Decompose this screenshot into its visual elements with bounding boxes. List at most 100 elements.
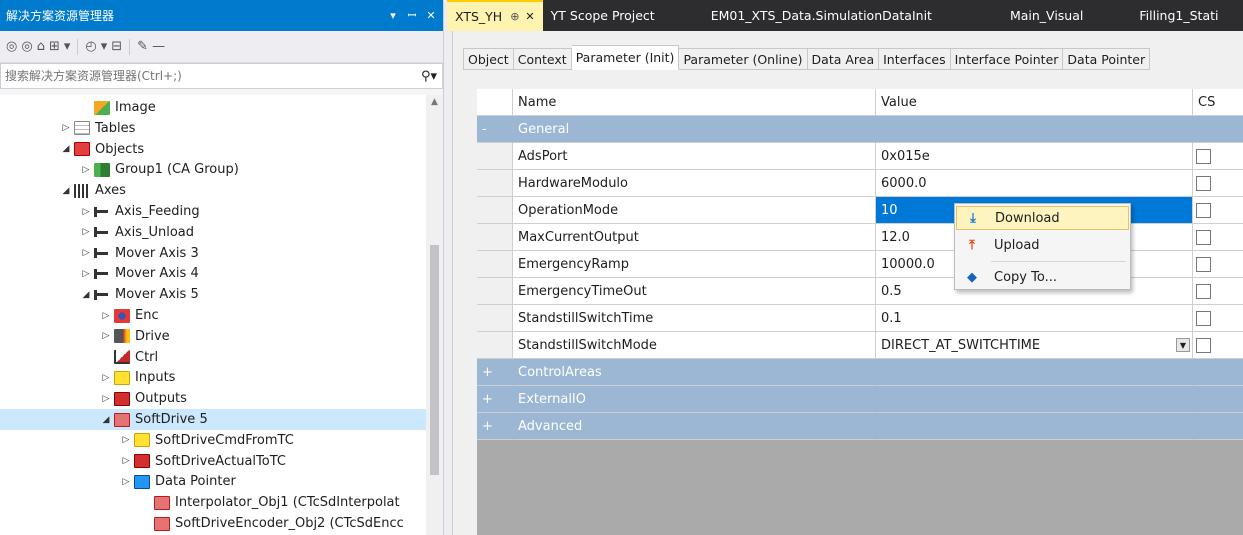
tree-item[interactable]: ◢ Objects: [0, 139, 426, 160]
column-header-value[interactable]: Value: [876, 89, 1193, 116]
cs-checkbox[interactable]: [1196, 175, 1211, 191]
expand-arrow-icon[interactable]: ▷: [98, 394, 114, 404]
cs-checkbox[interactable]: [1196, 337, 1211, 353]
expand-arrow-icon[interactable]: ▷: [118, 477, 134, 487]
tab-parameter-init[interactable]: Parameter (Init): [571, 45, 680, 70]
cs-checkbox[interactable]: [1196, 310, 1211, 326]
tree-item[interactable]: ▷ Drive: [0, 326, 426, 347]
tree-item[interactable]: ▷ Group1 (CA Group): [0, 159, 426, 180]
home-icon[interactable]: ⌂: [37, 39, 45, 54]
parameter-row[interactable]: StandstillSwitchMode DIRECT_AT_SWITCHTIME…: [477, 332, 1243, 359]
category-row[interactable]: + Advanced: [477, 413, 1243, 440]
tree-item[interactable]: ▷ Mover Axis 4: [0, 263, 426, 284]
forward-icon[interactable]: ◎: [21, 39, 32, 54]
search-input[interactable]: [5, 69, 416, 83]
tree-scrollbar[interactable]: ▲: [426, 95, 443, 535]
parameter-value[interactable]: 0x015e: [876, 143, 1193, 170]
document-tab[interactable]: Main_Visual: [1002, 0, 1091, 31]
switch-views-icon[interactable]: ⊞: [49, 39, 60, 54]
category-row[interactable]: - General: [477, 116, 1243, 143]
category-toggle[interactable]: +: [477, 386, 513, 413]
tab-interface-pointer[interactable]: Interface Pointer: [950, 48, 1064, 70]
tab-interfaces[interactable]: Interfaces: [879, 48, 951, 70]
tab-data-area[interactable]: Data Area: [807, 48, 880, 70]
minus-icon[interactable]: —: [152, 39, 165, 54]
tab-context[interactable]: Context: [513, 48, 572, 70]
parameter-row[interactable]: AdsPort 0x015e: [477, 143, 1243, 170]
history-icon[interactable]: ◴: [85, 39, 96, 54]
document-tab[interactable]: Filling1_Stati: [1131, 0, 1226, 31]
cs-checkbox[interactable]: [1196, 229, 1211, 245]
parameter-value[interactable]: DIRECT_AT_SWITCHTIME ▼: [876, 332, 1193, 359]
expand-arrow-icon[interactable]: ▷: [118, 456, 134, 466]
tree-item[interactable]: ◢ Mover Axis 5: [0, 284, 426, 305]
column-header-name[interactable]: Name: [513, 89, 876, 116]
tree-item[interactable]: Interpolator_Obj1 (CTcSdInterpolat: [0, 492, 426, 513]
expand-arrow-icon[interactable]: ▷: [78, 248, 94, 258]
document-tab[interactable]: YT Scope Project: [543, 0, 663, 31]
document-tab[interactable]: XTS_YH ⊕ ✕: [447, 0, 543, 31]
expand-arrow-icon[interactable]: ◢: [58, 144, 74, 154]
parameter-row[interactable]: HardwareModulo 6000.0: [477, 170, 1243, 197]
category-toggle[interactable]: +: [477, 413, 513, 440]
tree-item[interactable]: ▷ Axis_Unload: [0, 222, 426, 243]
tree-item[interactable]: ▷ Enc: [0, 305, 426, 326]
collapse-all-icon[interactable]: ⊟: [111, 39, 122, 54]
parameter-value[interactable]: 0.1: [876, 305, 1193, 332]
category-row[interactable]: + ExternalIO: [477, 386, 1243, 413]
expand-arrow-icon[interactable]: ▷: [78, 207, 94, 217]
cs-checkbox[interactable]: [1196, 202, 1211, 218]
expand-arrow-icon[interactable]: ◢: [58, 186, 74, 196]
expand-arrow-icon[interactable]: ◢: [98, 415, 114, 425]
cs-checkbox[interactable]: [1196, 256, 1211, 272]
cs-checkbox[interactable]: [1196, 283, 1211, 299]
tree-item[interactable]: ▷ Inputs: [0, 367, 426, 388]
pin-icon[interactable]: ꟷ: [405, 8, 419, 23]
chevron-down-icon[interactable]: ▾: [64, 39, 71, 54]
expand-arrow-icon[interactable]: ▷: [78, 165, 94, 175]
tab-parameter-online[interactable]: Parameter (Online): [679, 48, 808, 70]
tree-item[interactable]: ▷ Outputs: [0, 388, 426, 409]
context-menu-item-download[interactable]: ⤓ Download: [956, 206, 1129, 230]
tree-item[interactable]: ▷ Tables: [0, 118, 426, 139]
expand-arrow-icon[interactable]: ▷: [58, 123, 74, 133]
tab-data-pointer[interactable]: Data Pointer: [1063, 48, 1151, 70]
chevron-down-icon[interactable]: ▼: [1176, 338, 1190, 352]
category-toggle[interactable]: +: [477, 359, 513, 386]
parameter-row[interactable]: StandstillSwitchTime 0.1: [477, 305, 1243, 332]
category-row[interactable]: + ControlAreas: [477, 359, 1243, 386]
pin-icon[interactable]: ⊕: [510, 10, 519, 23]
back-icon[interactable]: ◎: [6, 39, 17, 54]
tree-item[interactable]: ◢ Axes: [0, 180, 426, 201]
tree-item[interactable]: ◢ SoftDrive 5: [0, 409, 426, 430]
expand-arrow-icon[interactable]: ▷: [78, 269, 94, 279]
parameter-value[interactable]: 6000.0: [876, 170, 1193, 197]
close-icon[interactable]: ✕: [525, 10, 534, 23]
dropdown-icon[interactable]: ▾: [386, 9, 400, 22]
scroll-up-icon[interactable]: ▲: [426, 97, 443, 107]
cs-checkbox[interactable]: [1196, 148, 1211, 164]
expand-arrow-icon[interactable]: ◢: [78, 290, 94, 300]
expand-arrow-icon[interactable]: ▷: [98, 373, 114, 383]
expand-arrow-icon[interactable]: ▷: [98, 311, 114, 321]
expand-arrow-icon[interactable]: ▷: [118, 435, 134, 445]
search-icon[interactable]: ⚲▾: [416, 69, 442, 84]
expand-arrow-icon[interactable]: ▷: [78, 227, 94, 237]
tree-item[interactable]: ▷ SoftDriveCmdFromTC: [0, 430, 426, 451]
close-icon[interactable]: ✕: [424, 9, 438, 22]
tree-item[interactable]: Image: [0, 97, 426, 118]
context-menu-item-upload[interactable]: ⤒ Upload: [956, 233, 1129, 257]
properties-wrench-icon[interactable]: ✎: [137, 39, 148, 54]
category-toggle[interactable]: -: [477, 116, 513, 143]
tree-item[interactable]: ▷ SoftDriveActualToTC: [0, 451, 426, 472]
tree-item[interactable]: ▷ Data Pointer: [0, 471, 426, 492]
context-menu-item-copy-to[interactable]: ◆ Copy To...: [956, 265, 1129, 289]
tab-object[interactable]: Object: [463, 48, 514, 70]
tree-item[interactable]: ▷ Mover Axis 3: [0, 243, 426, 264]
expand-arrow-icon[interactable]: ▷: [98, 331, 114, 341]
tree-item[interactable]: SoftDriveEncoder_Obj2 (CTcSdEncc: [0, 513, 426, 534]
column-header-cs[interactable]: CS: [1193, 89, 1243, 116]
scrollbar-thumb[interactable]: [430, 245, 439, 475]
chevron-down-icon[interactable]: ▾: [101, 39, 108, 54]
tree-item[interactable]: ▷ Axis_Feeding: [0, 201, 426, 222]
